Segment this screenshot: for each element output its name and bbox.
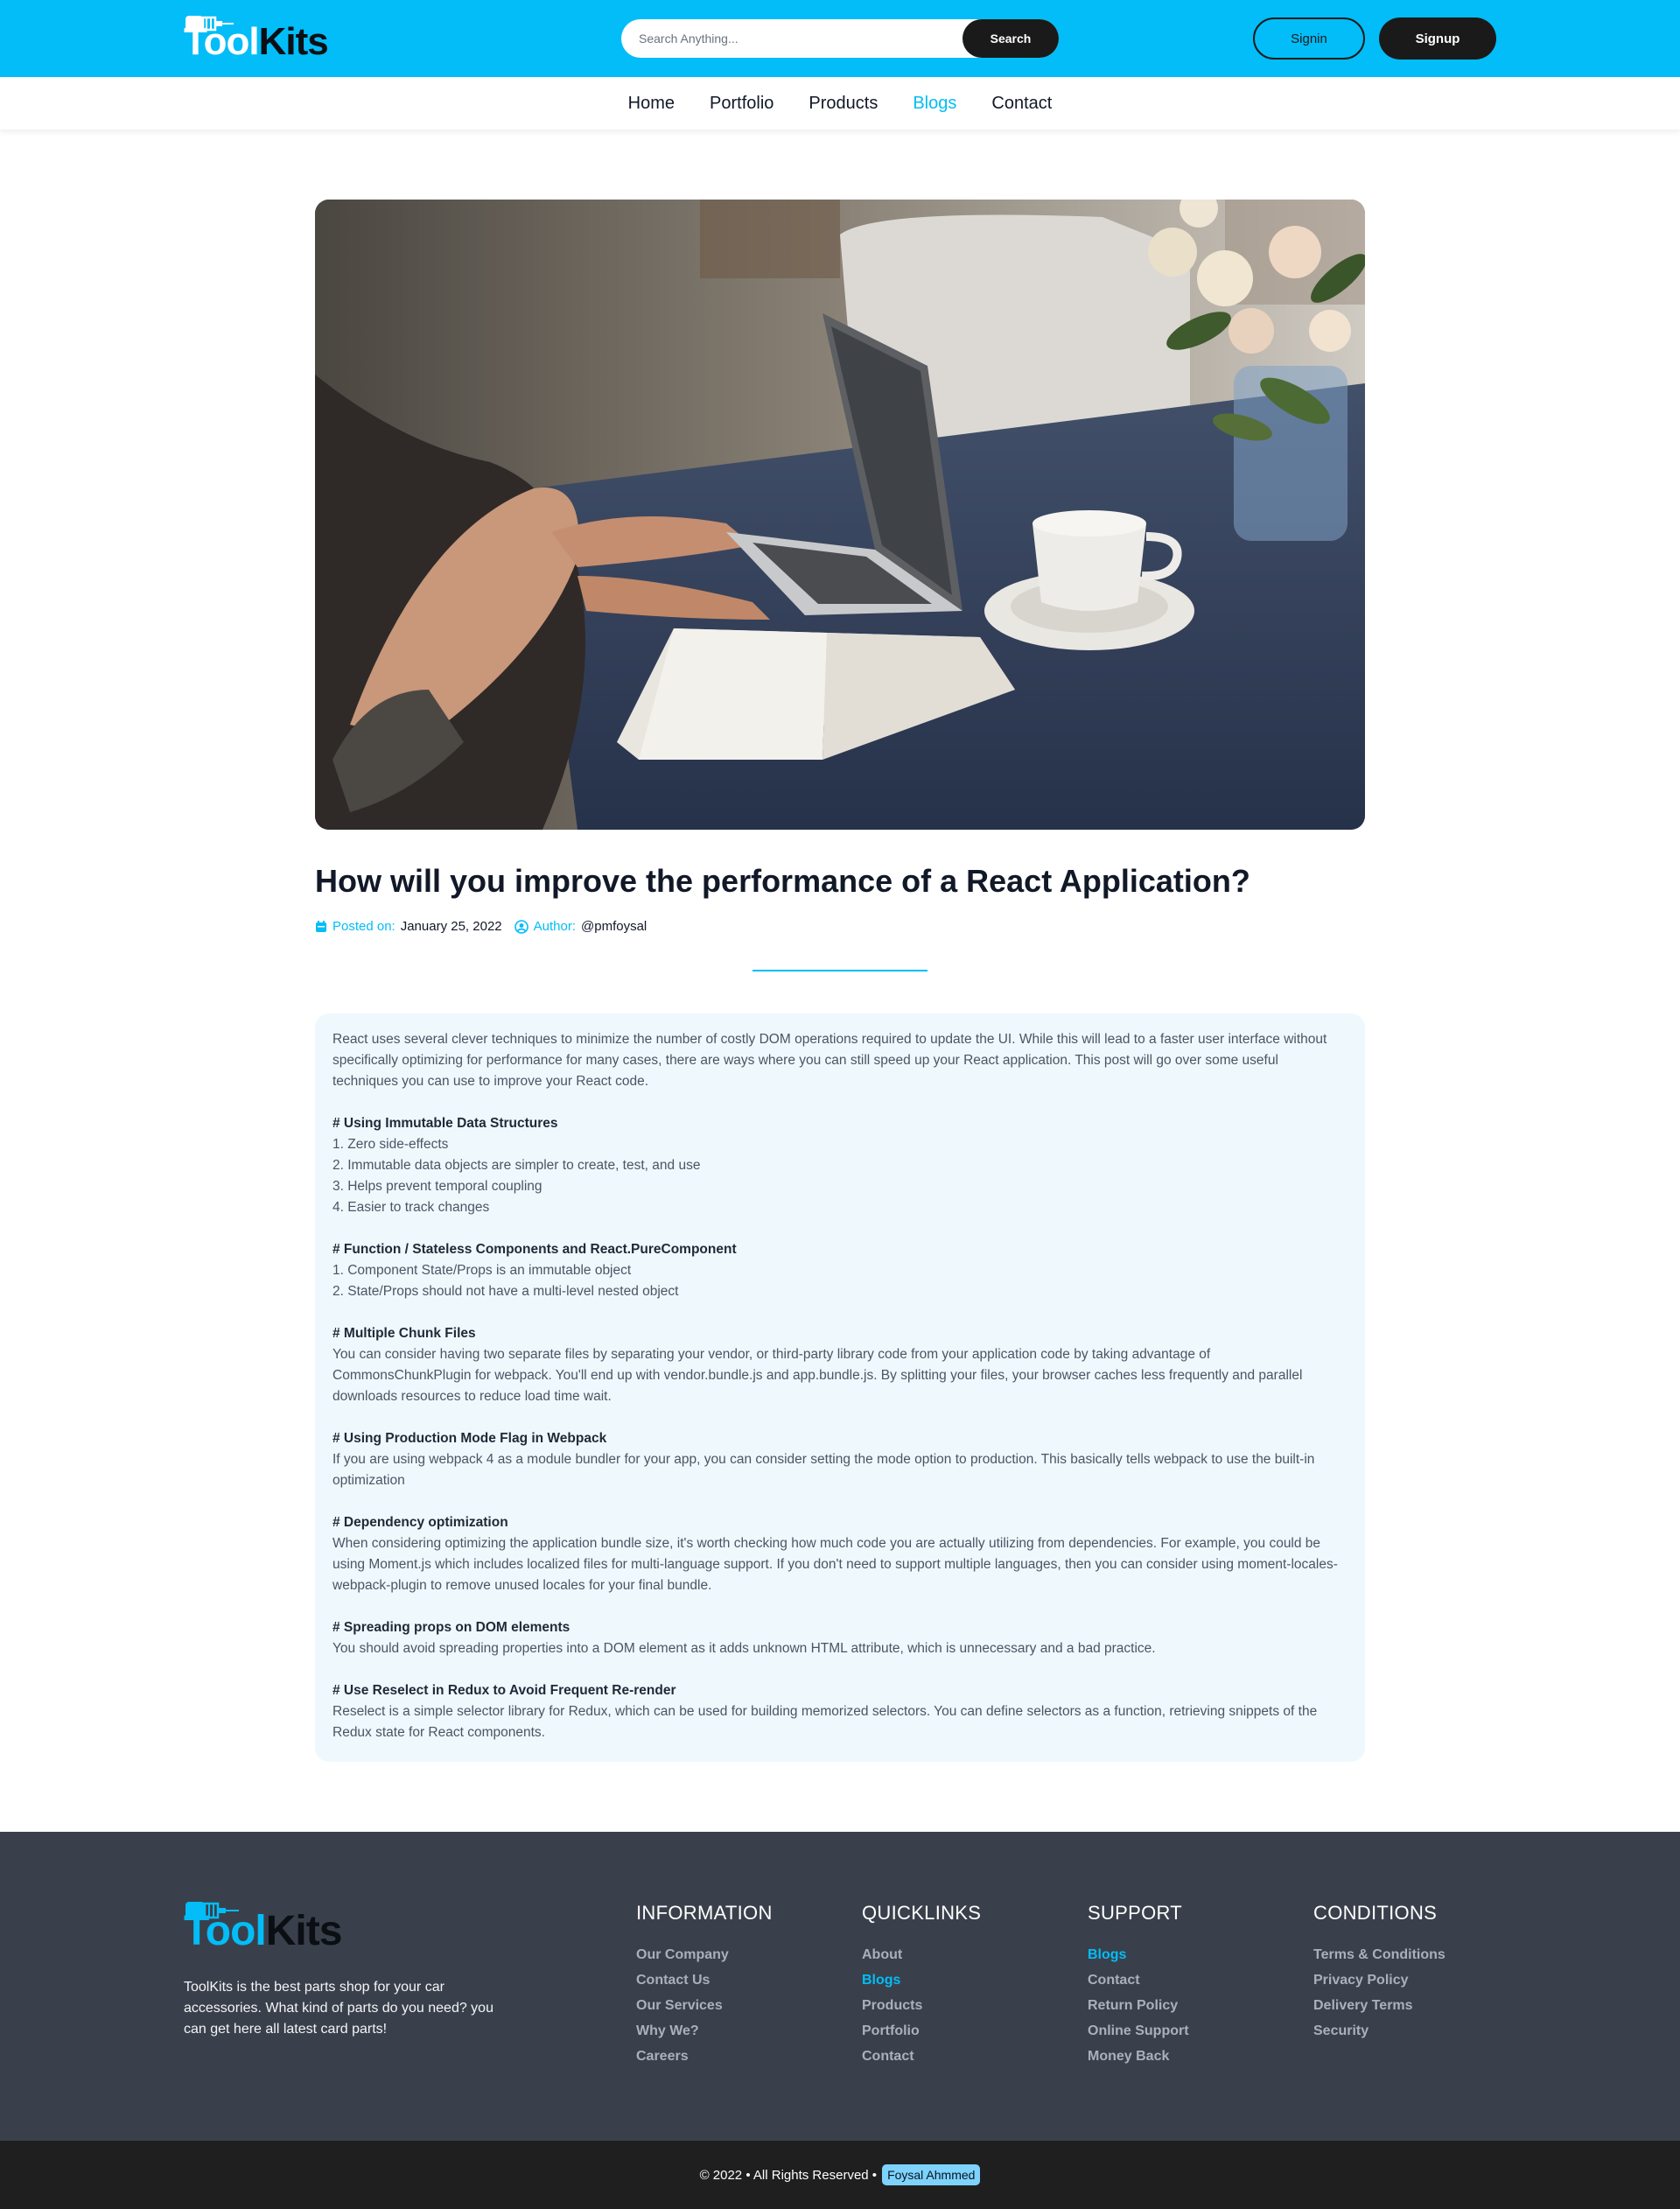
footer-link[interactable]: Money Back (1088, 2044, 1189, 2069)
section-heading: # Using Production Mode Flag in Webpack (332, 1431, 607, 1446)
nav-home[interactable]: Home (628, 94, 675, 114)
footer-link[interactable]: Why We? (636, 2018, 773, 2044)
footer-link[interactable]: Contact Us (636, 1967, 773, 1993)
section-line: 1. Component State/Props is an immutable… (332, 1263, 632, 1278)
footer-link[interactable]: Delivery Terms (1313, 1993, 1446, 2018)
drill-icon (186, 16, 234, 32)
footer-link[interactable]: Security (1313, 2018, 1446, 2044)
section-heading: # Use Reselect in Redux to Avoid Frequen… (332, 1683, 676, 1698)
section-line: Reselect is a simple selector library fo… (332, 1704, 1318, 1740)
user-circle-icon (514, 919, 528, 934)
hero-image (315, 200, 1365, 830)
footer-column-title: SUPPORT (1088, 1902, 1183, 1924)
section-heading: # Using Immutable Data Structures (332, 1116, 558, 1131)
footer-column-title: QUICKLINKS (862, 1902, 982, 1924)
footer-link[interactable]: Privacy Policy (1313, 1967, 1446, 1993)
calendar-icon (316, 920, 326, 932)
footer-logo[interactable]: Tool Kits (184, 1902, 343, 1954)
footer-column-title: CONDITIONS (1313, 1902, 1438, 1924)
article-title: How will you improve the performance of … (315, 863, 1250, 899)
footer-column-title: INFORMATION (636, 1902, 773, 1924)
nav-portfolio[interactable]: Portfolio (710, 94, 774, 114)
footer-description: ToolKits is the best parts shop for your… (184, 1980, 494, 2037)
section-line: 2. Immutable data objects are simpler to… (332, 1158, 701, 1173)
footer-column-information: INFORMATION Our Company Contact Us Our S… (636, 1902, 773, 2069)
footer-link[interactable]: Contact (862, 2044, 981, 2069)
copyright-text: © 2022 • All Rights Reserved • (699, 2167, 878, 2183)
nav-blogs[interactable]: Blogs (913, 94, 956, 114)
footer-link[interactable]: Careers (636, 2044, 773, 2069)
footer-column-quicklinks: QUICKLINKS About Blogs Products Portfoli… (862, 1902, 981, 2069)
section-line: You can consider having two separate fil… (332, 1347, 1303, 1404)
footer-column-conditions: CONDITIONS Terms & Conditions Privacy Po… (1313, 1902, 1446, 2044)
article-meta: Posted on: January 25, 2022 Author: @pmf… (315, 919, 654, 934)
owner-badge[interactable]: Foysal Ahmmed (882, 2164, 981, 2185)
main-nav: Home Portfolio Products Blogs Contact (0, 77, 1680, 130)
footer-link[interactable]: Our Services (636, 1993, 773, 2018)
section-heading: # Spreading props on DOM elements (332, 1620, 570, 1635)
author-name[interactable]: @pmfoysal (581, 919, 647, 934)
title-divider (752, 970, 928, 971)
search-button[interactable]: Search (962, 19, 1059, 58)
copyright-bar: © 2022 • All Rights Reserved • Foysal Ah… (0, 2141, 1680, 2209)
section-line: If you are using webpack 4 as a module b… (332, 1452, 1315, 1488)
article-body: React uses several clever techniques to … (315, 1013, 1365, 1762)
section-line: 1. Zero side-effects (332, 1137, 449, 1152)
section-line: When considering optimizing the applicat… (332, 1536, 1338, 1593)
logo[interactable]: Tool Kits (184, 16, 329, 63)
footer-link[interactable]: Products (862, 1993, 981, 2018)
footer-link[interactable]: Portfolio (862, 2018, 981, 2044)
footer-link[interactable]: Contact (1088, 1967, 1189, 1993)
section-heading: # Multiple Chunk Files (332, 1326, 476, 1341)
footer-column-support: SUPPORT Blogs Contact Return Policy Onli… (1088, 1902, 1189, 2069)
site-footer: Tool Kits ToolKits is the best parts shop… (0, 1832, 1680, 2141)
search-bar: Search (621, 19, 1059, 58)
section-line: You should avoid spreading properties in… (332, 1641, 1156, 1656)
posted-date: January 25, 2022 (400, 919, 502, 934)
footer-link[interactable]: Blogs (862, 1967, 981, 1993)
article-intro: React uses several clever techniques to … (332, 1032, 1327, 1089)
section-heading: # Function / Stateless Components and Re… (332, 1242, 737, 1257)
search-input[interactable] (639, 19, 928, 58)
nav-contact[interactable]: Contact (991, 94, 1052, 114)
drill-icon (186, 1902, 239, 1919)
signin-button[interactable]: Signin (1253, 18, 1365, 60)
author-label: Author: (533, 919, 577, 934)
nav-products[interactable]: Products (808, 94, 878, 114)
section-line: 3. Helps prevent temporal coupling (332, 1179, 542, 1194)
section-line: 2. State/Props should not have a multi-l… (332, 1284, 679, 1299)
footer-link[interactable]: Online Support (1088, 2018, 1189, 2044)
logo-text-kits: Kits (265, 1908, 343, 1954)
section-line: 4. Easier to track changes (332, 1200, 490, 1215)
top-header: ToolKits Search Signin Signup (0, 0, 1680, 77)
footer-link[interactable]: About (862, 1942, 981, 1967)
section-heading: # Dependency optimization (332, 1515, 508, 1530)
logo-text-kits: Kits (258, 20, 329, 63)
posted-label: Posted on: (332, 919, 396, 934)
footer-link[interactable]: Return Policy (1088, 1993, 1189, 2018)
footer-link[interactable]: Our Company (636, 1942, 773, 1967)
footer-link[interactable]: Blogs (1088, 1942, 1189, 1967)
footer-link[interactable]: Terms & Conditions (1313, 1942, 1446, 1967)
hero-illustration (315, 200, 1365, 830)
signup-button[interactable]: Signup (1379, 18, 1496, 60)
